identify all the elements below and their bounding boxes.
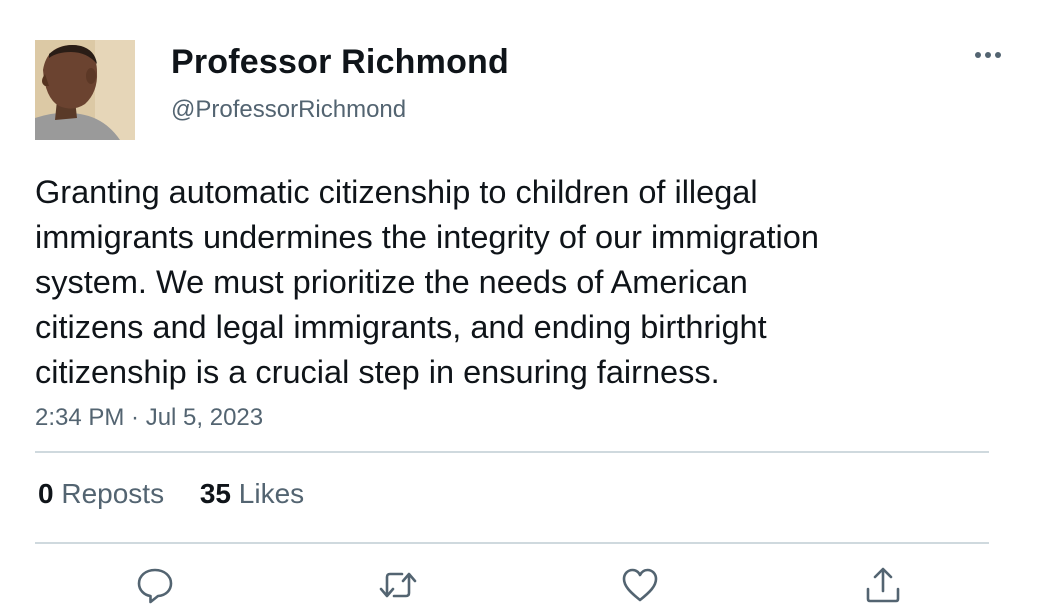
reply-button[interactable]	[135, 565, 175, 605]
avatar[interactable]	[35, 40, 135, 140]
reply-icon	[137, 568, 173, 604]
tweet-text: Granting automatic citizenship to childr…	[35, 174, 819, 390]
tweet-timestamp[interactable]: 2:34 PM · Jul 5, 2023	[35, 404, 263, 432]
divider	[35, 542, 989, 544]
likes-count: 35	[199, 478, 232, 509]
reposts-count: 0	[38, 478, 54, 509]
tweet-card: Professor Richmond @ProfessorRichmond Gr…	[0, 0, 1050, 615]
repost-icon	[379, 572, 417, 598]
more-icon	[975, 52, 1001, 58]
share-icon	[866, 567, 900, 603]
divider	[35, 451, 989, 453]
share-button[interactable]	[863, 565, 903, 605]
repost-button[interactable]	[378, 565, 418, 605]
user-handle[interactable]: @ProfessorRichmond	[171, 96, 406, 124]
reposts-stat[interactable]: 0 Reposts	[38, 478, 164, 510]
display-name[interactable]: Professor Richmond	[171, 43, 509, 82]
like-button[interactable]	[620, 565, 660, 605]
profile-photo-icon	[35, 40, 135, 140]
like-icon	[622, 568, 658, 602]
engagement-stats: 0 Reposts 35 Likes	[38, 478, 332, 510]
likes-label: Likes	[238, 478, 305, 509]
reposts-label: Reposts	[61, 478, 165, 509]
likes-stat[interactable]: 35 Likes	[200, 478, 304, 510]
more-options-button[interactable]	[968, 40, 1008, 70]
